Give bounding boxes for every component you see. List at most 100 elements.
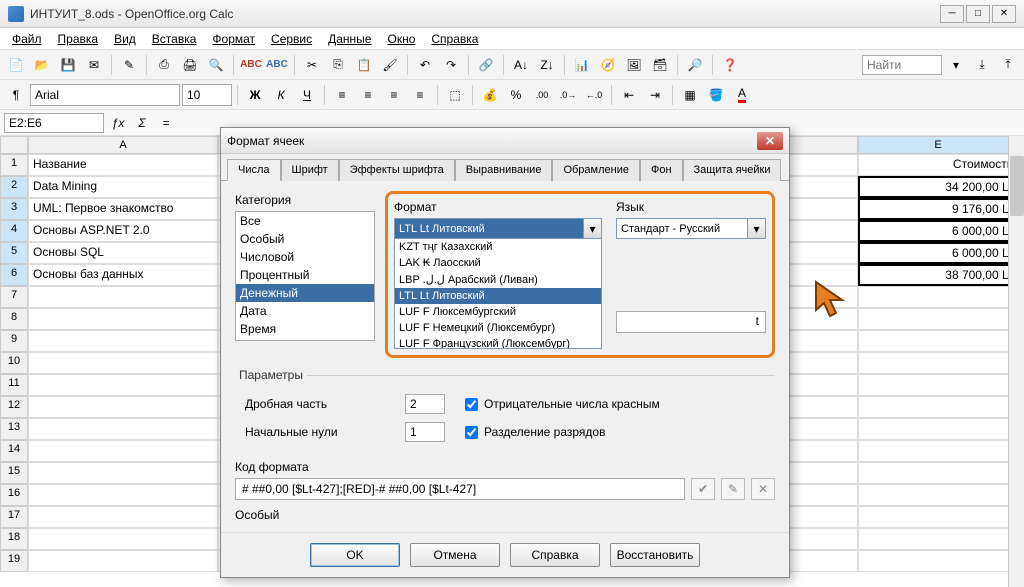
format-option[interactable]: LUF F Люксембургский — [395, 304, 601, 320]
cell[interactable] — [858, 528, 1018, 550]
help-icon[interactable]: ❓ — [718, 53, 742, 77]
row-header[interactable]: 6 — [0, 264, 28, 286]
cell[interactable]: 6 000,00 Lt — [858, 242, 1018, 264]
bgcolor-icon[interactable]: 🪣 — [704, 83, 728, 107]
category-item[interactable]: Научный — [236, 338, 374, 341]
remove-decimal-icon[interactable]: ←.0 — [582, 83, 606, 107]
cell[interactable] — [858, 440, 1018, 462]
cell[interactable] — [28, 396, 218, 418]
cell[interactable]: Стоимость — [858, 154, 1018, 176]
row-header[interactable]: 5 — [0, 242, 28, 264]
menu-data[interactable]: Данные — [320, 30, 379, 48]
cell[interactable]: Основы SQL — [28, 242, 218, 264]
underline-icon[interactable]: Ч — [295, 83, 319, 107]
sum-icon[interactable]: Σ — [132, 113, 152, 133]
cell[interactable] — [858, 396, 1018, 418]
tab-font-effects[interactable]: Эффекты шрифта — [339, 159, 455, 181]
decimal-input[interactable] — [405, 394, 445, 414]
cancel-button[interactable]: Отмена — [410, 543, 500, 567]
cell[interactable]: 9 176,00 Lt — [858, 198, 1018, 220]
tab-background[interactable]: Фон — [640, 159, 683, 181]
name-box[interactable] — [4, 113, 104, 133]
row-header[interactable]: 14 — [0, 440, 28, 462]
cell[interactable]: 38 700,00 Lt — [858, 264, 1018, 286]
cell[interactable] — [28, 308, 218, 330]
save-icon[interactable]: 💾 — [56, 53, 80, 77]
cell[interactable] — [858, 308, 1018, 330]
edit-icon[interactable]: ✎ — [117, 53, 141, 77]
menu-file[interactable]: Файл — [4, 30, 50, 48]
category-item[interactable]: Время — [236, 320, 374, 338]
format-option[interactable]: KZT тңг Казахский — [395, 239, 601, 255]
cell[interactable] — [28, 528, 218, 550]
add-decimal-icon[interactable]: .0→ — [556, 83, 580, 107]
open-icon[interactable]: 📂 — [30, 53, 54, 77]
cell[interactable] — [858, 330, 1018, 352]
increase-indent-icon[interactable]: ⇥ — [643, 83, 667, 107]
row-header[interactable]: 13 — [0, 418, 28, 440]
align-justify-icon[interactable]: ≡ — [408, 83, 432, 107]
row-header[interactable]: 2 — [0, 176, 28, 198]
gallery-icon[interactable]: 🖼 — [622, 53, 646, 77]
bold-icon[interactable]: Ж — [243, 83, 267, 107]
cell[interactable]: 34 200,00 Lt — [858, 176, 1018, 198]
print-icon[interactable]: 🖨 — [178, 53, 202, 77]
datasource-icon[interactable]: 🗃 — [648, 53, 672, 77]
autocheck-icon[interactable]: ABC — [265, 53, 289, 77]
tab-numbers[interactable]: Числа — [227, 159, 281, 181]
category-list[interactable]: ВсеОсобыйЧисловойПроцентныйДенежныйДатаВ… — [235, 211, 375, 341]
row-header[interactable]: 11 — [0, 374, 28, 396]
format-combo[interactable]: LTL Lt Литовский ▾ — [394, 218, 602, 239]
dialog-close-icon[interactable]: ✕ — [757, 132, 783, 150]
neg-red-checkbox[interactable] — [465, 398, 478, 411]
align-right-icon[interactable]: ≡ — [382, 83, 406, 107]
cell[interactable] — [28, 418, 218, 440]
find-input[interactable] — [862, 55, 942, 75]
cell[interactable] — [28, 330, 218, 352]
redo-icon[interactable]: ↷ — [439, 53, 463, 77]
menu-format[interactable]: Формат — [204, 30, 263, 48]
row-header[interactable]: 16 — [0, 484, 28, 506]
cell[interactable]: Основы ASP.NET 2.0 — [28, 220, 218, 242]
cell[interactable] — [858, 506, 1018, 528]
cell[interactable] — [28, 440, 218, 462]
help-button[interactable]: Справка — [510, 543, 600, 567]
category-item[interactable]: Дата — [236, 302, 374, 320]
cell[interactable]: Основы баз данных — [28, 264, 218, 286]
percent-icon[interactable]: % — [504, 83, 528, 107]
align-left-icon[interactable]: ≡ — [330, 83, 354, 107]
navigator-icon[interactable]: 🧭 — [596, 53, 620, 77]
format-dropdown[interactable]: KZT тңг КазахскийLAK ₭ ЛаосскийLBP .ل.ل … — [394, 239, 602, 349]
category-item[interactable]: Числовой — [236, 248, 374, 266]
cell[interactable] — [28, 352, 218, 374]
row-header[interactable]: 7 — [0, 286, 28, 308]
row-header[interactable]: 17 — [0, 506, 28, 528]
mail-icon[interactable]: ✉ — [82, 53, 106, 77]
delete-code-icon[interactable]: ✕ — [751, 478, 775, 500]
find-next-icon[interactable]: ⤓ — [970, 53, 994, 77]
cell[interactable] — [858, 374, 1018, 396]
minimize-button[interactable]: ─ — [940, 5, 964, 23]
menu-window[interactable]: Окно — [379, 30, 423, 48]
cell[interactable] — [28, 550, 218, 572]
row-header[interactable]: 9 — [0, 330, 28, 352]
reset-button[interactable]: Восстановить — [610, 543, 700, 567]
menu-tools[interactable]: Сервис — [263, 30, 320, 48]
find-dropdown-icon[interactable]: ▾ — [944, 53, 968, 77]
italic-icon[interactable]: К — [269, 83, 293, 107]
apply-code-icon[interactable]: ✔ — [691, 478, 715, 500]
row-header[interactable]: 3 — [0, 198, 28, 220]
currency-icon[interactable]: 💰 — [478, 83, 502, 107]
tab-borders[interactable]: Обрамление — [552, 159, 640, 181]
column-header[interactable]: E — [858, 136, 1018, 154]
edit-code-icon[interactable]: ✎ — [721, 478, 745, 500]
undo-icon[interactable]: ↶ — [413, 53, 437, 77]
tab-font[interactable]: Шрифт — [281, 159, 339, 181]
format-code-input[interactable] — [235, 478, 685, 500]
cell[interactable]: Название — [28, 154, 218, 176]
cell[interactable] — [858, 550, 1018, 572]
sort-desc-icon[interactable]: Z↓ — [535, 53, 559, 77]
hyperlink-icon[interactable]: 🔗 — [474, 53, 498, 77]
tab-alignment[interactable]: Выравнивание — [455, 159, 553, 181]
cell[interactable]: UML: Первое знакомство — [28, 198, 218, 220]
